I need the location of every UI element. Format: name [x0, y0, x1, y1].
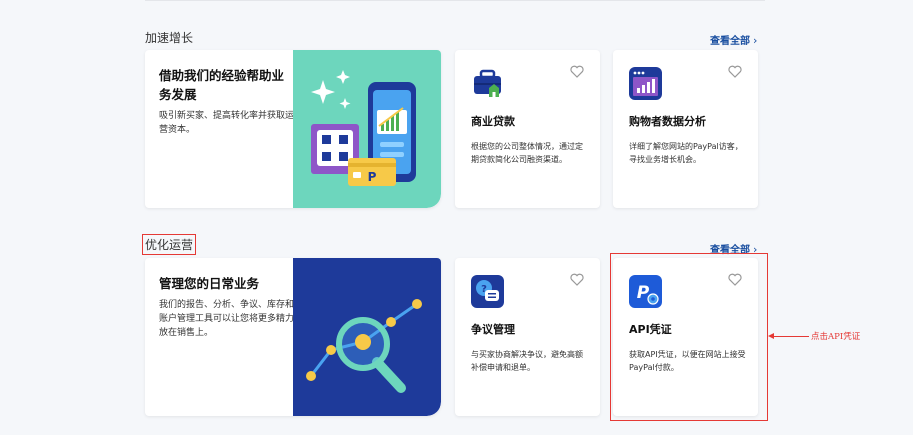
card-desc: 详细了解您网站的PayPal访客，寻找业务增长机会。: [629, 142, 743, 164]
card-title: 商业贷款: [471, 115, 515, 128]
card-desc: 根据您的公司整体情况，通过定期贷款简化公司融资渠道。: [471, 142, 583, 164]
svg-text:P: P: [368, 170, 377, 184]
magnifier-illustration: [293, 258, 441, 416]
card-dispute-management[interactable]: ? 争议管理 与买家协商解决争议，避免高额补偿申请和退单。: [455, 258, 600, 416]
chevron-right-icon: ›: [753, 34, 758, 47]
feature-desc: 我们的报告、分析、争议、库存和账户管理工具可以让您将更多精力放在销售上。: [159, 300, 295, 338]
annotation-line: [771, 336, 809, 337]
card-title: 购物者数据分析: [629, 115, 706, 128]
feature-title: 借助我们的经验帮助业务发展: [159, 68, 285, 102]
feature-card-operations[interactable]: 管理您的日常业务 我们的报告、分析、争议、库存和账户管理工具可以让您将更多精力放…: [145, 258, 441, 416]
analytics-icon: [629, 67, 662, 100]
dispute-icon: ?: [471, 275, 504, 308]
heart-icon[interactable]: [570, 65, 584, 78]
heart-icon[interactable]: [570, 273, 584, 286]
section-title-operations: 优化运营: [142, 234, 197, 255]
heart-icon[interactable]: [728, 65, 742, 78]
card-shopper-analytics[interactable]: 购物者数据分析 详细了解您网站的PayPal访客，寻找业务增长机会。: [613, 50, 758, 208]
feature-desc: 吸引新买家、提高转化率并获取运营资本。: [159, 111, 295, 135]
feature-card-growth[interactable]: 借助我们的经验帮助业务发展 吸引新买家、提高转化率并获取运营资本。 P: [145, 50, 441, 208]
card-desc: 与买家协商解决争议，避免高额补偿申请和退单。: [471, 350, 583, 372]
card-business-loan[interactable]: 商业贷款 根据您的公司整体情况，通过定期贷款简化公司融资渠道。: [455, 50, 600, 208]
feature-title: 管理您的日常业务: [159, 276, 260, 291]
annotation-text: 点击API凭证: [811, 332, 861, 342]
section-title-growth: 加速增长: [145, 31, 194, 45]
card-title: 争议管理: [471, 323, 515, 336]
top-divider: [145, 0, 765, 1]
briefcase-icon: [471, 67, 504, 100]
growth-illustration: P: [293, 50, 441, 208]
view-all-growth-link[interactable]: 查看全部 ›: [710, 32, 757, 47]
highlight-box: [610, 253, 768, 421]
